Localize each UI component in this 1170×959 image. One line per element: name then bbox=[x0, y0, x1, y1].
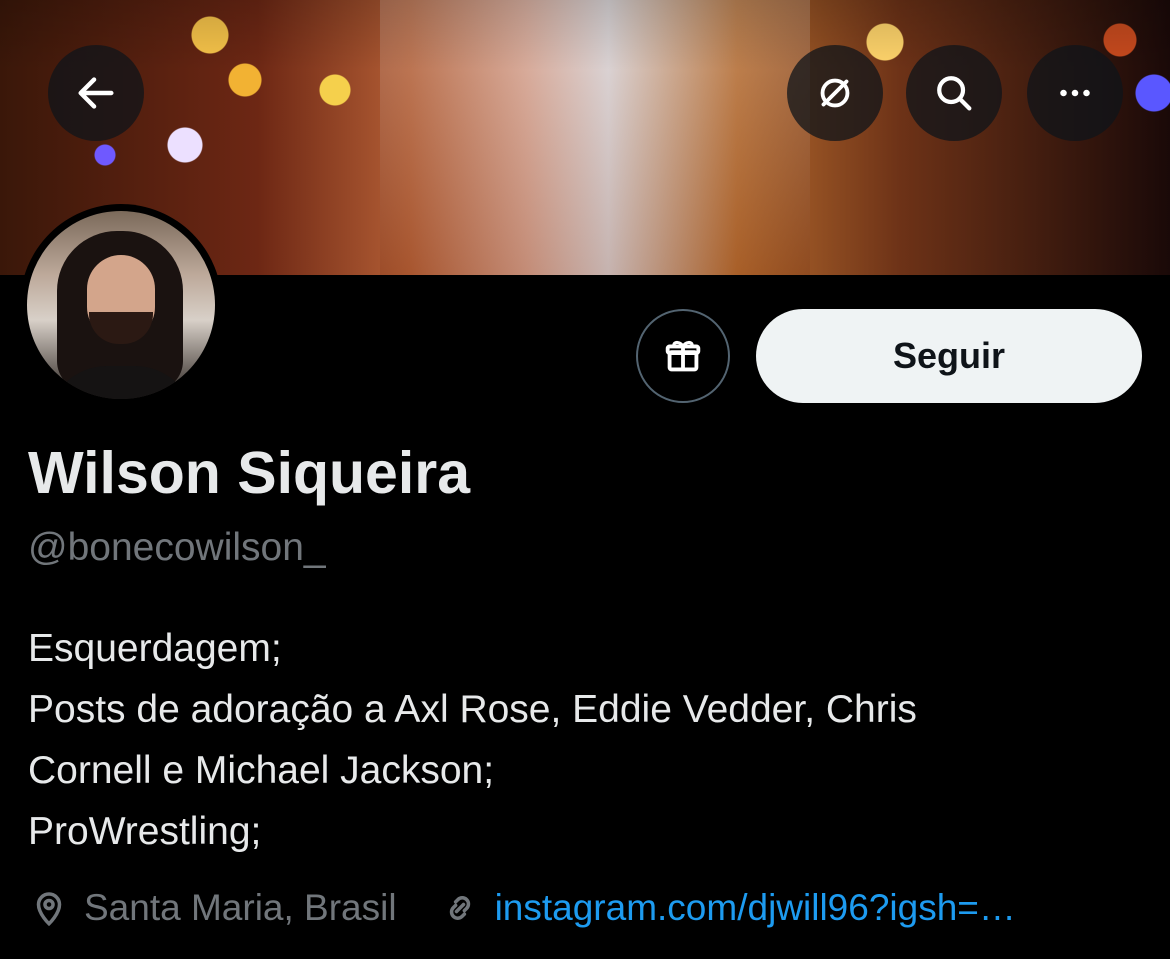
bio-line: Posts de adoração a Axl Rose, Eddie Vedd… bbox=[28, 688, 917, 731]
profile-avatar[interactable] bbox=[20, 204, 222, 406]
location-pin-icon bbox=[36, 892, 62, 927]
location-text: Santa Maria, Brasil bbox=[84, 887, 397, 928]
back-button[interactable] bbox=[48, 45, 144, 141]
bio-line: Esquerdagem; bbox=[28, 627, 282, 670]
link-icon bbox=[449, 896, 470, 920]
bio-line: Cornell e Michael Jackson; bbox=[28, 749, 495, 792]
translate-icon bbox=[820, 78, 850, 108]
profile-bio: Esquerdagem; Posts de adoração a Axl Ros… bbox=[28, 618, 1138, 862]
gift-button[interactable] bbox=[636, 309, 730, 403]
gift-icon bbox=[665, 340, 701, 372]
bio-line: ProWrestling; bbox=[28, 810, 262, 853]
back-arrow-icon bbox=[78, 77, 114, 109]
more-options-button[interactable] bbox=[1027, 45, 1123, 141]
search-button[interactable] bbox=[906, 45, 1002, 141]
website-text[interactable]: instagram.com/djwill96?igsh=… bbox=[495, 887, 1016, 929]
profile-meta: Santa Maria, Brasil instagram.com/djwill… bbox=[28, 887, 1016, 929]
avatar-image bbox=[27, 211, 215, 399]
more-icon bbox=[1060, 89, 1090, 97]
profile-handle: @bonecowilson_ bbox=[28, 526, 326, 569]
profile-name: Wilson Siqueira bbox=[28, 440, 471, 506]
profile-website-link[interactable]: instagram.com/djwill96?igsh=… bbox=[439, 887, 1016, 929]
follow-button[interactable]: Seguir bbox=[756, 309, 1142, 403]
translate-button[interactable] bbox=[787, 45, 883, 141]
search-icon bbox=[937, 76, 972, 111]
profile-location: Santa Maria, Brasil bbox=[28, 887, 397, 929]
